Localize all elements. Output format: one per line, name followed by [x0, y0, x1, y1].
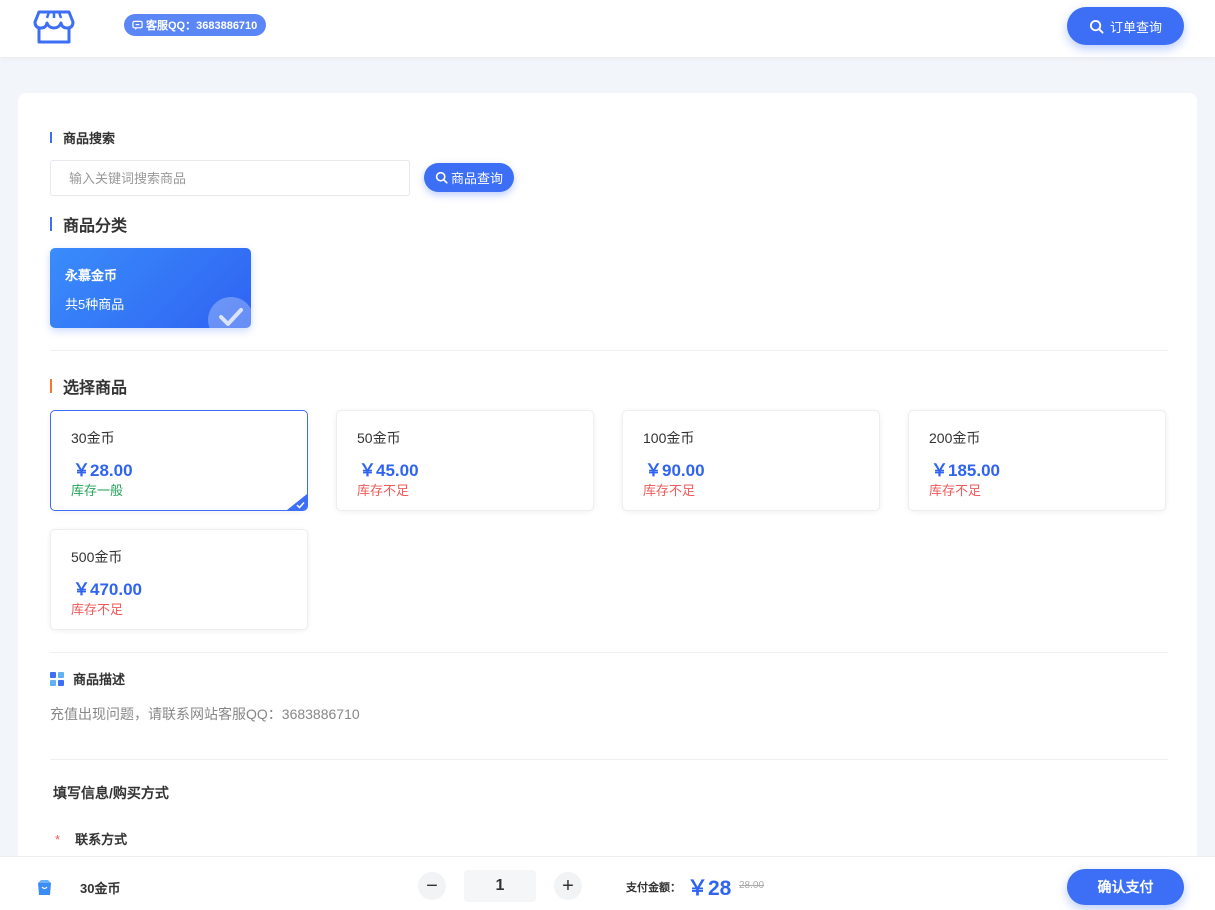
pay-amount-label: 支付金额： — [626, 882, 681, 894]
contact-label-text: 联系方式 — [75, 832, 128, 847]
title-accent-bar — [50, 217, 52, 231]
product-stock: 库存不足 — [357, 483, 410, 498]
description-text: 充值出现问题，请联系网站客服QQ：3683886710 — [50, 706, 360, 722]
customer-service-badge: 客服QQ：3683886710 — [124, 14, 267, 36]
search-icon — [435, 171, 448, 184]
products-section-title: 选择商品 — [50, 374, 127, 398]
product-stock: 库存不足 — [643, 483, 696, 498]
store-logo-icon[interactable] — [33, 8, 75, 46]
description-title: 商品描述 — [50, 669, 125, 688]
product-card[interactable]: 200金币 ￥185.00 库存不足 — [908, 410, 1166, 511]
description-title-label: 商品描述 — [73, 672, 126, 687]
product-stock: 库存不足 — [929, 483, 982, 498]
product-price: ￥28.00 — [73, 461, 133, 480]
divider — [50, 652, 1168, 653]
grid-icon — [50, 671, 64, 686]
shopping-bag-icon — [38, 880, 51, 895]
selected-product-name: 30金币 — [80, 881, 121, 896]
product-name: 200金币 — [929, 430, 981, 446]
checkout-bar: 30金币 − + 支付金额： ￥28 28.00 确认支付 — [0, 856, 1215, 910]
product-stock: 库存一般 — [71, 483, 124, 498]
product-name: 500金币 — [71, 549, 123, 565]
product-name: 50金币 — [357, 430, 401, 446]
selected-corner-check-icon — [287, 494, 307, 510]
fill-info-title: 填写信息/购买方式 — [53, 785, 169, 801]
quantity-increase-button[interactable]: + — [554, 872, 582, 900]
minus-icon: − — [426, 874, 438, 897]
category-name: 永慕金币 — [65, 268, 118, 283]
quantity-decrease-button[interactable]: − — [418, 872, 446, 900]
product-card[interactable]: 30金币 ￥28.00 库存一般 — [50, 410, 308, 511]
title-accent-bar — [50, 132, 52, 143]
product-name: 30金币 — [71, 430, 115, 446]
category-count: 共5种商品 — [65, 297, 125, 312]
search-section-label: 商品搜索 — [63, 131, 116, 146]
order-query-button[interactable]: 订单查询 — [1067, 7, 1184, 45]
product-name: 100金币 — [643, 430, 695, 446]
product-card[interactable]: 50金币 ￥45.00 库存不足 — [336, 410, 594, 511]
search-input[interactable] — [50, 160, 410, 196]
product-price: ￥185.00 — [931, 461, 1000, 480]
confirm-pay-button[interactable]: 确认支付 — [1067, 869, 1184, 905]
category-card[interactable]: 永慕金币 共5种商品 — [50, 248, 251, 328]
chat-icon — [132, 20, 143, 30]
selected-check-icon — [208, 297, 251, 328]
product-card[interactable]: 500金币 ￥470.00 库存不足 — [50, 529, 308, 630]
order-query-label: 订单查询 — [1109, 19, 1162, 35]
product-search-button[interactable]: 商品查询 — [424, 163, 514, 192]
customer-service-qq-text: 客服QQ：3683886710 — [146, 20, 258, 32]
product-search-label: 商品查询 — [450, 171, 503, 186]
product-price: ￥90.00 — [645, 461, 705, 480]
category-section-title: 商品分类 — [50, 212, 127, 236]
search-icon — [1089, 19, 1104, 34]
plus-icon: + — [562, 874, 574, 897]
product-card[interactable]: 100金币 ￥90.00 库存不足 — [622, 410, 880, 511]
required-marker: * — [55, 832, 61, 847]
product-price: ￥470.00 — [73, 580, 142, 599]
contact-label: * 联系方式 — [55, 829, 127, 848]
original-price: 28.00 — [739, 880, 765, 891]
confirm-pay-label: 确认支付 — [1097, 879, 1154, 895]
product-stock: 库存不足 — [71, 602, 124, 617]
main-card: 商品搜索 商品查询 商品分类 永慕金币 共5种商品 选择商品 30金币 ￥28.… — [18, 93, 1197, 873]
search-section-title: 商品搜索 — [50, 128, 115, 147]
pay-amount: ￥28 — [687, 877, 732, 900]
products-section-label: 选择商品 — [63, 380, 128, 397]
divider — [50, 350, 1168, 351]
category-section-label: 商品分类 — [63, 218, 128, 235]
top-header: 客服QQ：3683886710 订单查询 — [0, 0, 1215, 57]
product-price: ￥45.00 — [359, 461, 419, 480]
quantity-input[interactable] — [464, 870, 536, 902]
title-accent-bar — [50, 379, 52, 393]
divider — [50, 759, 1168, 760]
